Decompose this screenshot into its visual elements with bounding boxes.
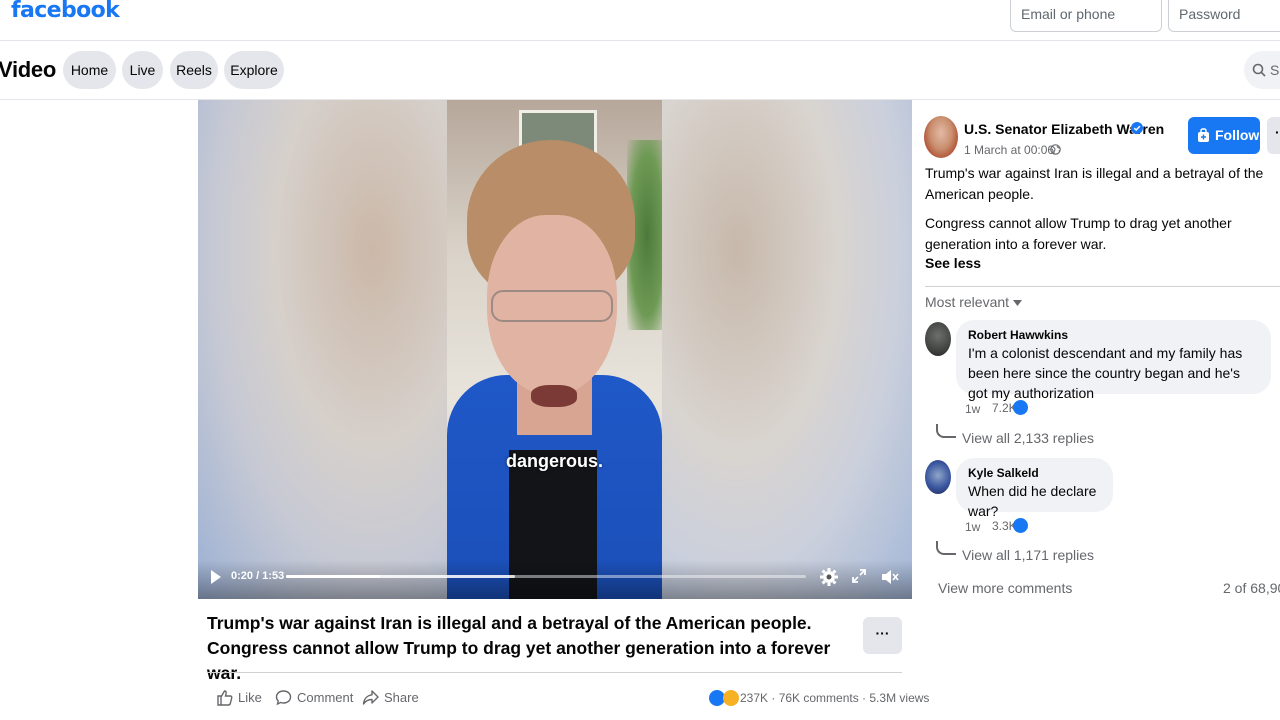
share-label: Share — [384, 690, 419, 705]
tab-explore[interactable]: Explore — [224, 51, 284, 89]
comment-icon — [275, 690, 292, 706]
post-body-paragraph: Congress cannot allow Trump to drag yet … — [925, 215, 1232, 252]
mute-icon[interactable] — [880, 567, 900, 587]
video-caption: dangerous. — [505, 451, 603, 471]
comment-label: Comment — [297, 690, 354, 705]
follow-label: Follow — [1215, 127, 1260, 143]
tab-reels[interactable]: Reels — [170, 51, 218, 89]
comment-age[interactable]: 1w — [965, 402, 980, 416]
video-frame — [447, 100, 662, 599]
comment-author[interactable]: Robert Hawwkins — [968, 328, 1259, 343]
comment-author[interactable]: Kyle Salkeld — [968, 466, 1101, 481]
tab-live[interactable]: Live — [122, 51, 163, 89]
comment-count: 2 of 68,909 — [1223, 580, 1280, 596]
post-title: Trump's war against Iran is illegal and … — [207, 613, 831, 683]
video-controls: 0:20 / 1:53 — [198, 560, 912, 599]
view-replies-link[interactable]: View all 1,171 replies — [962, 547, 1094, 563]
caret-down-icon — [1013, 300, 1023, 307]
more-options-button[interactable]: ··· — [863, 617, 902, 654]
tab-home[interactable]: Home — [63, 51, 116, 89]
globe-icon — [1050, 144, 1061, 155]
search-input[interactable]: Se — [1244, 51, 1280, 89]
reply-connector — [936, 541, 956, 555]
video-player[interactable]: dangerous. 0:20 / 1:53 — [198, 100, 912, 599]
video-blur-right — [662, 100, 912, 599]
top-bar: facebook Email or phone Password — [0, 0, 1280, 41]
comment-bubble: Kyle Salkeld When did he declare war? — [956, 458, 1113, 519]
email-field[interactable]: Email or phone — [1010, 0, 1162, 32]
wow-reaction-icon — [723, 690, 739, 706]
comment-age[interactable]: 1w — [965, 520, 980, 534]
settings-icon[interactable] — [819, 567, 839, 587]
comment-text: When did he declare war? — [968, 483, 1097, 519]
verified-badge-icon — [1131, 122, 1143, 134]
avatar[interactable] — [925, 460, 951, 494]
follow-button[interactable]: Follow — [1188, 117, 1260, 154]
play-icon[interactable] — [210, 569, 222, 585]
post-options-button[interactable]: ·· — [1267, 117, 1280, 154]
view-more-comments-link[interactable]: View more comments — [938, 580, 1072, 596]
avatar[interactable] — [925, 322, 951, 356]
video-nav-bar: Video Home Live Reels Explore Se — [0, 41, 1280, 100]
comment-text: I'm a colonist descendant and my family … — [968, 345, 1243, 401]
like-reaction-icon — [1013, 400, 1028, 415]
post-body-paragraph: Trump's war against Iran is illegal and … — [925, 165, 1264, 202]
password-field[interactable]: Password — [1168, 0, 1280, 32]
post-stats[interactable]: 237K · 76K comments · 5.3M views — [740, 691, 929, 705]
divider — [207, 672, 902, 673]
comment-bubble: Robert Hawwkins I'm a colonist descendan… — [956, 320, 1271, 401]
speaker-glasses — [491, 290, 613, 322]
comment-sort-dropdown[interactable]: Most relevant — [925, 294, 1023, 310]
sort-label: Most relevant — [925, 294, 1010, 310]
progress-fill — [286, 575, 380, 578]
search-icon — [1252, 63, 1266, 77]
follow-icon — [1198, 128, 1209, 142]
author-avatar[interactable] — [924, 116, 958, 158]
like-reaction-icon — [1013, 518, 1028, 533]
reply-connector — [936, 424, 956, 438]
video-blur-left — [198, 100, 447, 599]
video-time: 0:20 / 1:53 — [231, 570, 285, 582]
share-icon — [362, 690, 379, 705]
search-label: Se — [1270, 62, 1280, 78]
divider — [925, 286, 1280, 287]
see-less-link[interactable]: See less — [925, 255, 981, 271]
progress-bar[interactable] — [286, 575, 806, 578]
speaker-mouth — [531, 385, 577, 407]
post-timestamp[interactable]: 1 March at 00:06 · — [964, 143, 1061, 157]
facebook-logo[interactable]: facebook — [11, 0, 120, 23]
thumbs-up-icon — [217, 690, 233, 706]
page-title: Video — [0, 57, 57, 82]
view-replies-link[interactable]: View all 2,133 replies — [962, 430, 1094, 446]
fullscreen-icon[interactable] — [851, 568, 867, 584]
like-label: Like — [238, 690, 262, 705]
